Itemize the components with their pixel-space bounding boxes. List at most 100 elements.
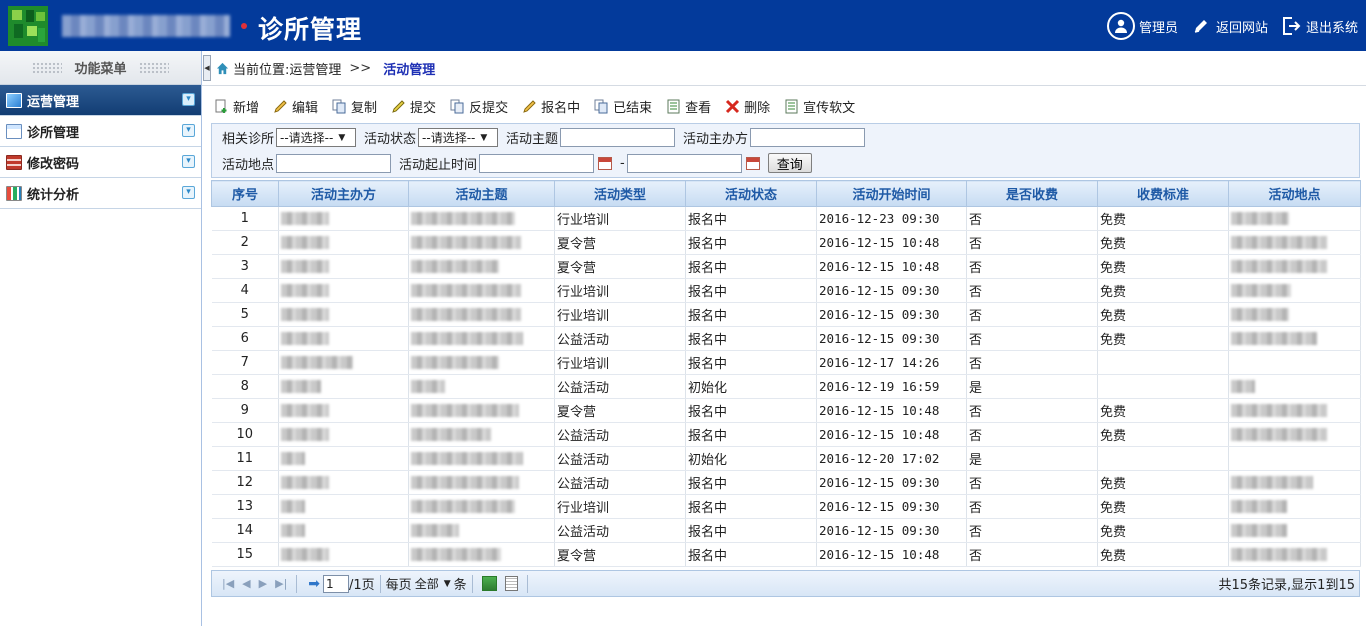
cell-start-time: 2016-12-23 09:30	[816, 206, 967, 231]
period-start-input[interactable]	[479, 153, 595, 173]
action-toolbar: 新增 编辑 复制 提交 反提交 报名中 已结束 查看 删除 宣传软文	[214, 96, 869, 116]
cell-fee: 免费	[1097, 470, 1229, 495]
cell-status: 初始化	[685, 446, 817, 471]
column-header[interactable]: 活动地点	[1228, 180, 1361, 207]
cell-status: 报名中	[685, 542, 817, 567]
column-header[interactable]: 活动类型	[554, 180, 686, 207]
topic-input[interactable]	[560, 128, 676, 147]
cell-number: 14	[211, 518, 279, 543]
expand-icon[interactable]: ▾	[182, 186, 195, 199]
cell-fee: 免费	[1097, 542, 1229, 567]
organizer-input[interactable]	[750, 128, 866, 147]
redacted-text	[1231, 332, 1317, 345]
table-row[interactable]: 3 夏令营 报名中 2016-12-15 10:48 否免费	[211, 254, 1361, 279]
cell-organizer	[278, 518, 409, 543]
table-row[interactable]: 4 行业培训 报名中 2016-12-15 09:30 否免费	[211, 278, 1361, 303]
location-label: 活动地点	[222, 157, 275, 173]
cell-start-time: 2016-12-15 09:30	[816, 278, 967, 303]
expand-icon[interactable]: ▾	[182, 93, 195, 106]
app-title: 诊所管理	[258, 15, 363, 44]
sidebar-item-label: 诊所管理	[27, 125, 80, 141]
redacted-text	[281, 308, 329, 321]
sidebar-item-statistics[interactable]: 统计分析 ▾	[0, 178, 201, 209]
sidebar-item-label: 运营管理	[27, 94, 80, 110]
table-row[interactable]: 2 夏令营 报名中 2016-12-15 10:48 否免费	[211, 230, 1361, 255]
column-header[interactable]: 活动状态	[685, 180, 817, 207]
article-button[interactable]: 宣传软文	[784, 97, 855, 116]
table-row[interactable]: 8 公益活动 初始化 2016-12-19 16:59 是	[211, 374, 1361, 399]
table-row[interactable]: 10 公益活动 报名中 2016-12-15 10:48 否免费	[211, 422, 1361, 447]
column-header[interactable]: 活动主办方	[278, 180, 409, 207]
signup-button[interactable]: 报名中	[522, 97, 580, 116]
cell-number: 1	[211, 206, 279, 231]
clinic-select[interactable]: --请选择-- ▼	[276, 128, 357, 147]
finished-button[interactable]: 已结束	[594, 97, 652, 116]
go-arrow-icon[interactable]: ➡	[308, 576, 320, 592]
column-header[interactable]: 活动开始时间	[816, 180, 967, 207]
clinic-label: 相关诊所	[222, 132, 275, 147]
breadcrumb-prefix: 当前位置:运营管理	[233, 62, 342, 78]
cell-status: 报名中	[685, 278, 817, 303]
per-page-select[interactable]: 全部 ▼	[415, 575, 451, 592]
period-end-input[interactable]	[626, 153, 742, 173]
page-number-input[interactable]: 1	[323, 574, 350, 593]
prev-page-icon[interactable]: ◀	[242, 577, 250, 590]
table-row[interactable]: 11 公益活动 初始化 2016-12-20 17:02 是	[211, 446, 1361, 471]
divider	[471, 574, 473, 593]
cell-fee: 免费	[1097, 230, 1229, 255]
view-button[interactable]: 查看	[666, 97, 711, 116]
sidebar-item-clinic[interactable]: 诊所管理 ▾	[0, 116, 201, 147]
submit-button[interactable]: 提交	[391, 97, 436, 116]
cell-number: 8	[211, 374, 279, 399]
cell-organizer	[278, 494, 409, 519]
cell-fee	[1097, 374, 1229, 399]
table-row[interactable]: 9 夏令营 报名中 2016-12-15 10:48 否免费	[211, 398, 1361, 423]
edit-button[interactable]: 编辑	[273, 97, 318, 116]
cell-type: 公益活动	[554, 518, 686, 543]
unsubmit-button-label: 反提交	[469, 100, 509, 116]
last-page-icon[interactable]: ▶|	[275, 577, 287, 590]
sidebar-item-operations[interactable]: 运营管理 ▾	[0, 85, 201, 116]
table-row[interactable]: 12 公益活动 报名中 2016-12-15 09:30 否免费	[211, 470, 1361, 495]
logout-link[interactable]: 退出系统	[1280, 15, 1358, 37]
delete-button[interactable]: 删除	[725, 97, 770, 116]
export-text-icon[interactable]	[504, 576, 518, 591]
sidebar-item-label: 统计分析	[27, 187, 80, 203]
expand-icon[interactable]: ▾	[182, 155, 195, 168]
location-input[interactable]	[276, 153, 392, 173]
cell-topic	[408, 278, 555, 303]
calendar-icon[interactable]	[598, 156, 613, 170]
collapse-sidebar-handle[interactable]: ◀	[203, 55, 211, 81]
export-excel-icon[interactable]	[481, 576, 497, 591]
table-row[interactable]: 15 夏令营 报名中 2016-12-15 10:48 否免费	[211, 542, 1361, 567]
table-row[interactable]: 7 行业培训 报名中 2016-12-17 14:26 否	[211, 350, 1361, 375]
cell-status: 报名中	[685, 470, 817, 495]
dots-decoration	[138, 61, 169, 74]
redacted-text	[1231, 308, 1289, 321]
first-page-icon[interactable]: |◀	[222, 577, 234, 590]
table-row[interactable]: 13 行业培训 报名中 2016-12-15 09:30 否免费	[211, 494, 1361, 519]
add-button[interactable]: 新增	[214, 97, 259, 116]
admin-link[interactable]: 管理员	[1106, 12, 1178, 40]
calendar-icon[interactable]	[745, 156, 760, 170]
column-header[interactable]: 活动主题	[408, 180, 555, 207]
expand-icon[interactable]: ▾	[182, 124, 195, 137]
sidebar-item-password[interactable]: 修改密码 ▾	[0, 147, 201, 178]
title-dot	[241, 23, 247, 29]
column-header[interactable]: 序号	[211, 180, 279, 207]
unsubmit-button[interactable]: 反提交	[450, 97, 508, 116]
table-row[interactable]: 6 公益活动 报名中 2016-12-15 09:30 否免费	[211, 326, 1361, 351]
table-row[interactable]: 1 行业培训 报名中 2016-12-23 09:30 否免费	[211, 206, 1361, 231]
table-row[interactable]: 14 公益活动 报名中 2016-12-15 09:30 否免费	[211, 518, 1361, 543]
next-page-icon[interactable]: ▶	[259, 577, 267, 590]
cell-number: 2	[211, 230, 279, 255]
status-select-value: --请选择--	[422, 131, 476, 145]
status-select[interactable]: --请选择-- ▼	[418, 128, 499, 147]
copy-button[interactable]: 复制	[332, 97, 377, 116]
column-header[interactable]: 是否收费	[966, 180, 1098, 207]
query-button[interactable]: 查询	[767, 153, 812, 173]
table-row[interactable]: 5 行业培训 报名中 2016-12-15 09:30 否免费	[211, 302, 1361, 327]
back-to-site-link[interactable]: 返回网站	[1190, 15, 1268, 37]
column-header[interactable]: 收费标准	[1097, 180, 1229, 207]
cell-type: 公益活动	[554, 470, 686, 495]
